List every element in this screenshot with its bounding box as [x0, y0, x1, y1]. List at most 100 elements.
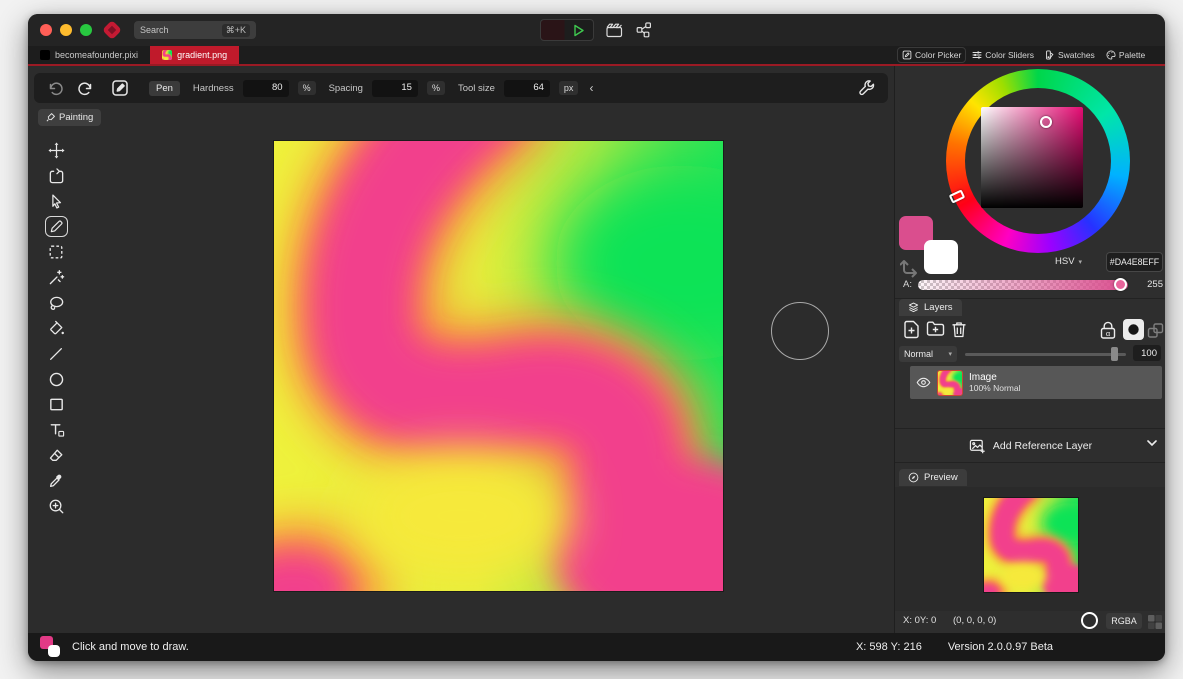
link-cels-button[interactable] [1147, 322, 1164, 339]
undo-button[interactable] [46, 78, 66, 98]
new-layer-button[interactable] [903, 320, 920, 339]
color-panel-tabs: Color Picker Color Sliders Swatches [894, 46, 1165, 64]
nodes-button[interactable] [634, 20, 654, 40]
rectangle-icon [48, 396, 65, 413]
hardness-input[interactable]: 80 [243, 80, 289, 97]
layers-panel-tab[interactable]: Layers [899, 299, 962, 316]
spacing-label: Spacing [329, 83, 363, 94]
delete-layer-button[interactable] [951, 321, 967, 338]
opacity-slider[interactable] [965, 353, 1126, 356]
chevron-down-icon[interactable] [1147, 440, 1157, 447]
zoom-window-button[interactable] [80, 24, 92, 36]
tool-size-unit-button[interactable]: px [559, 81, 579, 95]
edit-square-icon [111, 79, 129, 97]
saturation-value-square[interactable] [981, 107, 1083, 208]
tool-eraser[interactable] [41, 443, 71, 468]
tool-select[interactable] [41, 189, 71, 214]
right-panel: HSV ▾ #DA4E8EFF A: 255 Layers [894, 66, 1165, 633]
redo-button[interactable] [75, 78, 95, 98]
eraser-icon [48, 447, 65, 464]
close-window-button[interactable] [40, 24, 52, 36]
new-group-button[interactable] [926, 320, 945, 337]
app-version: Version 2.0.0.97 Beta [948, 641, 1053, 653]
mask-button[interactable] [1123, 319, 1144, 340]
blend-mode-dropdown[interactable]: Normal ▾ [899, 346, 957, 362]
tool-size-label: Tool size [458, 83, 495, 94]
minimize-window-button[interactable] [60, 24, 72, 36]
edit-mode-button[interactable] [110, 78, 130, 98]
tool-line[interactable] [41, 341, 71, 366]
eyedropper-icon [48, 472, 65, 489]
search-shortcut: ⌘+K [222, 24, 250, 37]
tool-ellipse[interactable] [41, 367, 71, 392]
tool-size-input[interactable]: 64 [504, 80, 550, 97]
file-tab-becomeafounder[interactable]: becomeafounder.pixi [28, 46, 150, 64]
mode-badge-painting[interactable]: Painting [38, 109, 101, 126]
tool-magic-wand[interactable] [41, 265, 71, 290]
hardness-unit-button[interactable]: % [298, 81, 316, 95]
preview-panel-tab[interactable]: Preview [899, 469, 967, 486]
hardness-label: Hardness [193, 83, 234, 94]
swap-colors-button[interactable] [900, 258, 920, 278]
tool-settings-button[interactable] [856, 78, 876, 98]
alpha-slider[interactable] [918, 280, 1128, 290]
layer-visibility-eye-icon[interactable] [916, 377, 931, 388]
color-model-dropdown[interactable]: HSV ▾ [1050, 253, 1087, 270]
layer-thumbnail [938, 371, 962, 395]
tab-swatches[interactable]: Swatches [1041, 48, 1099, 62]
color-picker-icon [902, 50, 912, 60]
tab-color-sliders[interactable]: Color Sliders [968, 48, 1038, 62]
swap-arrows-icon [900, 258, 920, 278]
add-reference-layer-button[interactable]: Add Reference Layer [895, 430, 1165, 462]
lock-alpha-button[interactable]: α [1099, 321, 1117, 340]
opacity-value: 100 [1133, 345, 1161, 361]
brush-cursor [771, 302, 829, 360]
add-reference-icon [969, 438, 986, 454]
undo-icon [48, 81, 64, 96]
marquee-icon [48, 244, 64, 260]
move-icon [48, 142, 65, 159]
tool-marquee[interactable] [41, 240, 71, 265]
channel-mode-button[interactable]: RGBA [1106, 613, 1142, 629]
nodes-icon [636, 22, 652, 38]
tool-move[interactable] [41, 138, 71, 163]
tool-fill-bucket[interactable] [41, 316, 71, 341]
tool-eyedropper[interactable] [41, 468, 71, 493]
tab-palette[interactable]: Palette [1102, 48, 1149, 62]
play-icon [572, 24, 585, 37]
mini-color-swatches[interactable] [40, 636, 62, 658]
clapperboard-icon [606, 23, 623, 38]
search-placeholder: Search [140, 25, 169, 35]
status-bar: Click and move to draw. X: 598 Y: 216 Ve… [28, 633, 1165, 661]
canvas-image[interactable] [274, 141, 723, 591]
tool-palette [38, 138, 74, 519]
tool-zoom[interactable] [41, 493, 71, 518]
preview-compass-icon [908, 472, 919, 483]
play-button[interactable] [540, 19, 594, 41]
tool-rectangle[interactable] [41, 392, 71, 417]
tool-options-bar: Pen Hardness 80 % Spacing 15 % Tool size… [34, 73, 888, 103]
spacing-input[interactable]: 15 [372, 80, 418, 97]
tool-text[interactable] [41, 417, 71, 442]
collapse-options-button[interactable]: ‹ [589, 81, 593, 95]
opacity-slider-handle[interactable] [1111, 347, 1118, 361]
alpha-slider-handle[interactable] [1114, 278, 1127, 291]
chevron-down-icon: ▾ [1079, 258, 1083, 266]
hex-color-field[interactable]: #DA4E8EFF [1106, 252, 1163, 272]
tiles-icon[interactable] [1147, 614, 1163, 630]
file-tab-gradient[interactable]: gradient.png [150, 46, 239, 64]
secondary-color-swatch[interactable] [924, 240, 958, 274]
zoom-icon [48, 498, 65, 515]
spacing-unit-button[interactable]: % [427, 81, 445, 95]
tool-transform[interactable] [41, 163, 71, 188]
tab-color-picker[interactable]: Color Picker [898, 48, 965, 62]
redo-icon [77, 81, 93, 96]
sv-selector[interactable] [1040, 116, 1052, 128]
tool-pen[interactable] [41, 214, 71, 239]
swatches-icon [1045, 50, 1055, 60]
animation-button[interactable] [604, 20, 624, 40]
search-input[interactable]: Search ⌘+K [134, 21, 256, 39]
link-cels-icon [1147, 322, 1164, 339]
tool-lasso[interactable] [41, 290, 71, 315]
layer-row-image[interactable]: Image 100% Normal [910, 366, 1162, 399]
